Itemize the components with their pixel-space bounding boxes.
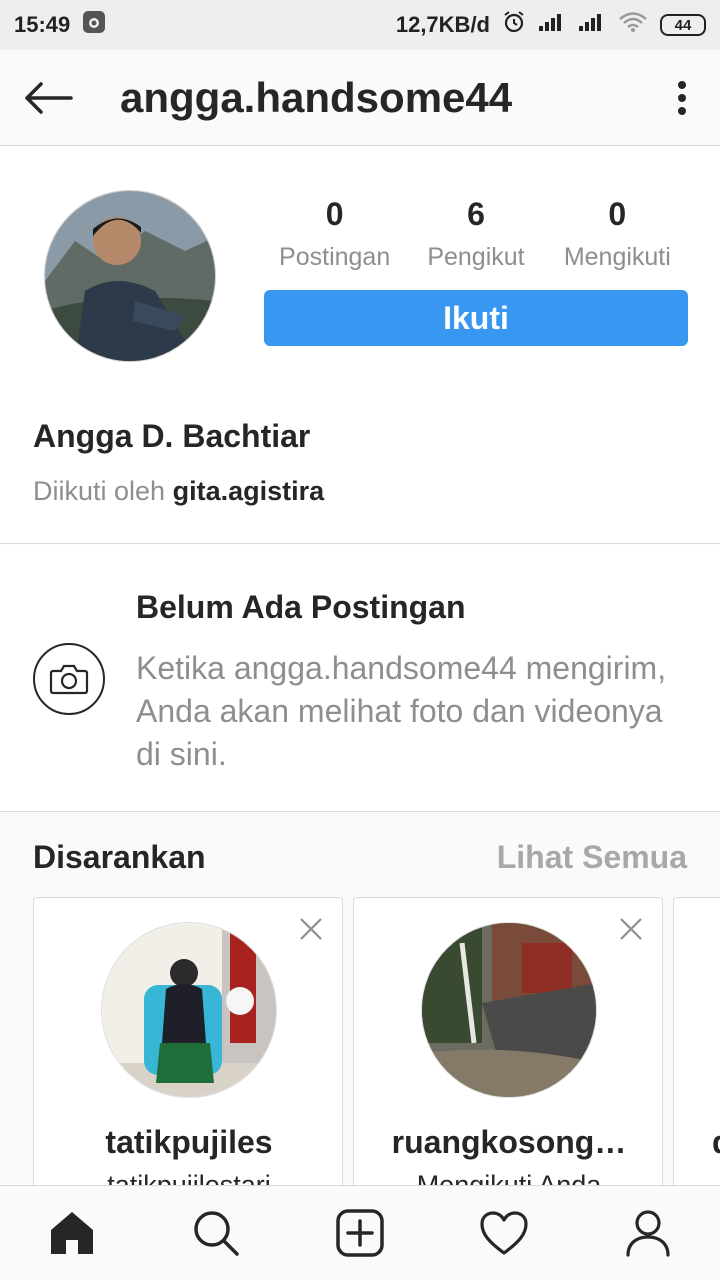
search-icon xyxy=(194,1211,239,1256)
nav-home[interactable] xyxy=(37,1198,107,1268)
more-options-button[interactable] xyxy=(644,50,720,146)
nav-add-post[interactable] xyxy=(325,1198,395,1268)
nav-profile[interactable] xyxy=(613,1198,683,1268)
profile-avatar[interactable] xyxy=(44,190,216,362)
arrow-left-icon xyxy=(25,81,73,114)
stat-value: 0 xyxy=(325,196,344,232)
see-all-link[interactable]: Lihat Semua xyxy=(497,839,687,876)
alarm-icon xyxy=(502,10,526,40)
empty-state-description: Ketika angga.handsome44 mengirim, Anda a… xyxy=(136,650,667,772)
empty-state-title: Belum Ada Postingan xyxy=(136,589,466,625)
suggestions-title: Disarankan xyxy=(33,839,206,875)
suggestion-subtitle: Mengikuti Anda xyxy=(416,1170,602,1185)
followed-by-user-link[interactable]: gita.agistira xyxy=(173,476,325,506)
profile-icon xyxy=(626,1210,670,1257)
heart-icon xyxy=(480,1211,528,1255)
nav-activity[interactable] xyxy=(469,1198,539,1268)
status-bar: 15:49 12,7KB/d 44 xyxy=(0,0,720,50)
home-icon xyxy=(51,1212,93,1254)
bottom-navigation xyxy=(0,1185,720,1280)
profile-section: 0 Postingan 6 Pengikut 0 Mengikuti Ikuti… xyxy=(0,146,720,544)
suggestion-subtitle: tatikpujilestari xyxy=(107,1170,271,1185)
profile-full-name: Angga D. Bachtiar xyxy=(33,418,311,454)
follow-button[interactable]: Ikuti xyxy=(264,290,688,346)
profile-header: angga.handsome44 xyxy=(0,50,720,146)
suggestion-card[interactable]: tatikpujiles tatikpujilestari xyxy=(33,897,343,1185)
suggestion-card[interactable]: ruangkosong… Mengikuti Anda xyxy=(353,897,663,1185)
suggestion-card[interactable]: d xyxy=(673,897,720,1185)
stat-label: Mengikuti xyxy=(563,243,671,271)
empty-posts-section: Belum Ada Postingan Ketika angga.handsom… xyxy=(0,545,720,812)
battery-indicator: 44 xyxy=(660,14,706,36)
stat-followers[interactable]: 6 Pengikut xyxy=(405,196,546,272)
suggestion-avatar[interactable] xyxy=(101,922,277,1098)
suggestions-section: Disarankan Lihat Semua tatikpujiles tati… xyxy=(0,813,720,1185)
profile-stats: 0 Postingan 6 Pengikut 0 Mengikuti xyxy=(264,196,688,272)
add-post-icon xyxy=(336,1209,384,1257)
wifi-icon xyxy=(618,11,648,39)
stat-value: 6 xyxy=(467,196,485,232)
followed-by-prefix: Diikuti oleh xyxy=(33,476,166,506)
nav-search[interactable] xyxy=(181,1198,251,1268)
signal-icon-2 xyxy=(578,12,606,38)
suggestion-username[interactable]: ruangkosong… xyxy=(354,1124,662,1161)
status-time: 15:49 xyxy=(14,12,71,37)
signal-icon xyxy=(538,12,566,38)
page-title: angga.handsome44 xyxy=(120,73,513,121)
stat-value: 0 xyxy=(608,196,627,232)
suggestion-avatar[interactable] xyxy=(421,922,597,1098)
stat-label: Postingan xyxy=(279,243,391,271)
camera-icon xyxy=(33,643,105,715)
network-speed: 12,7KB/d xyxy=(395,12,490,37)
stat-posts[interactable]: 0 Postingan xyxy=(264,196,405,272)
back-button[interactable] xyxy=(0,50,96,146)
close-icon[interactable] xyxy=(298,916,324,942)
stat-label: Pengikut xyxy=(427,243,525,271)
close-icon[interactable] xyxy=(618,916,644,942)
followed-by-text: Diikuti oleh gita.agistira xyxy=(33,476,324,507)
suggestion-username[interactable]: tatikpujiles xyxy=(34,1124,342,1161)
stat-following[interactable]: 0 Mengikuti xyxy=(547,196,688,272)
screenshot-notification-icon xyxy=(82,10,106,40)
more-vertical-icon xyxy=(678,80,686,115)
suggestion-username[interactable]: d xyxy=(712,1124,720,1161)
